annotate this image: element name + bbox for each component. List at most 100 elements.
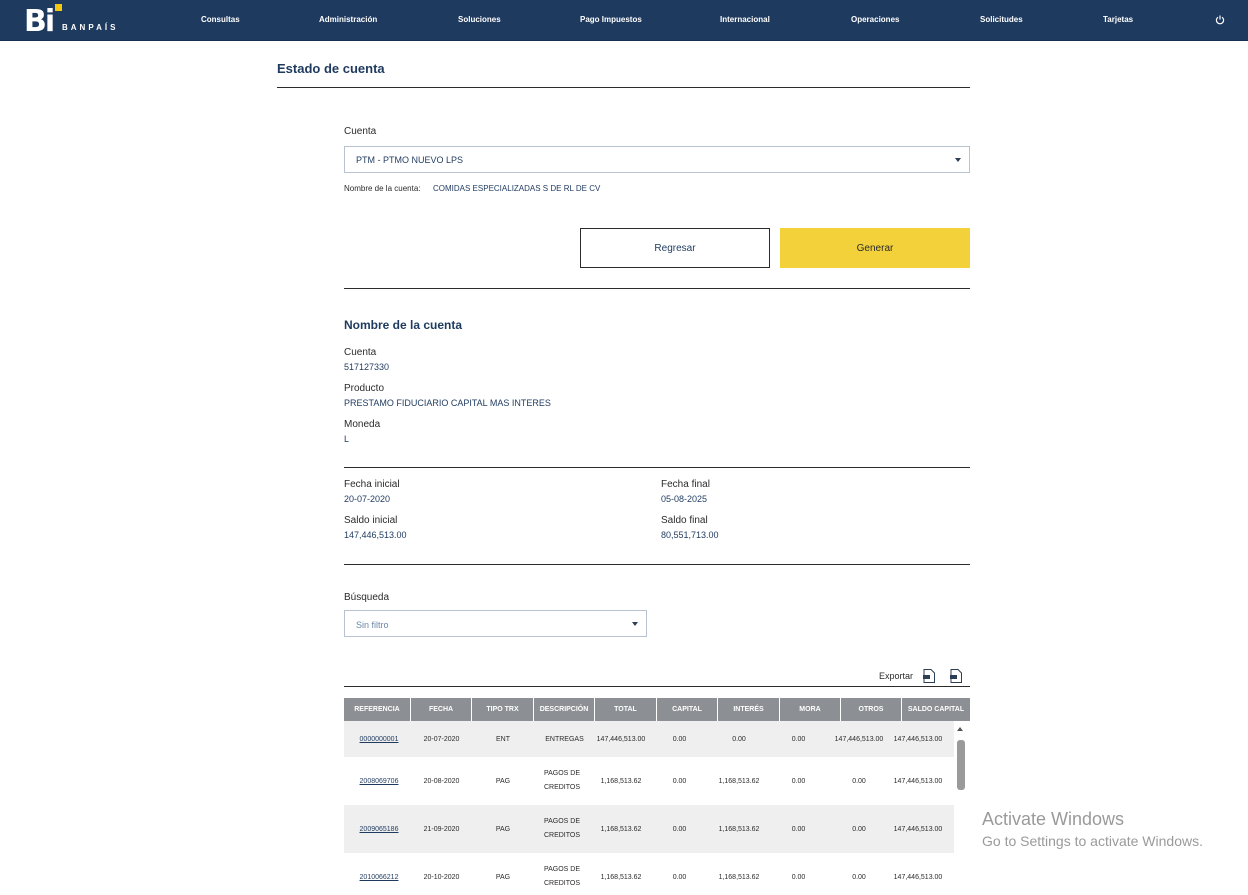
logo-text: BANPAÍS [62, 23, 119, 32]
cell-fecha: 20-10-2020 [423, 873, 460, 881]
col-mora: MORA [780, 698, 841, 721]
cell-interes: 1,168,513.62 [718, 873, 760, 881]
saldo-inicial-value: 147,446,513.00 [344, 530, 407, 540]
scroll-up-arrow-icon[interactable] [957, 727, 963, 731]
table-row: 2008069706 20-08-2020 PAG PAGOS DE CREDI… [344, 757, 954, 805]
cell-total: 1,168,513.62 [600, 873, 642, 881]
export-divider [344, 686, 970, 687]
cell-fecha: 21-09-2020 [423, 825, 460, 833]
col-saldo-capital: SALDO CAPITAL [907, 706, 965, 713]
cell-mora: 0.00 [791, 825, 806, 833]
export-excel-icon[interactable] [950, 669, 962, 683]
title-divider [277, 87, 970, 88]
cell-saldo: 147,446,513.00 [893, 825, 943, 833]
filter-select[interactable]: Sin filtro [344, 610, 647, 637]
nav-administracion[interactable]: Administración [319, 15, 377, 24]
regresar-button[interactable]: Regresar [580, 228, 770, 268]
cell-capital: 0.00 [672, 735, 687, 743]
col-referencia: REFERENCIA [344, 698, 411, 721]
cell-tipo: PAG [495, 777, 511, 785]
nav-tarjetas[interactable]: Tarjetas [1103, 15, 1133, 24]
generar-button[interactable]: Generar [780, 228, 970, 268]
nav-solicitudes[interactable]: Solicitudes [980, 15, 1023, 24]
windows-activation-watermark: Activate Windows Go to Settings to activ… [982, 809, 1203, 849]
account-select-value: PTM - PTMO NUEVO LPS [356, 155, 464, 165]
reference-link[interactable]: 2008069706 [344, 757, 414, 805]
nav-consultas[interactable]: Consultas [201, 15, 240, 24]
nombre-cuenta-label: Nombre de la cuenta: [344, 184, 421, 193]
detail-cuenta-label: Cuenta [344, 347, 377, 358]
col-total: TOTAL [595, 698, 657, 721]
export-pdf-icon[interactable] [923, 669, 935, 683]
logo-accent-square [55, 4, 62, 11]
cell-interes: 0.00 [732, 735, 746, 743]
table-row: 0000000001 20-07-2020 ENT ENTREGAS 147,4… [344, 721, 954, 757]
col-otros: OTROS [841, 698, 902, 721]
cell-saldo: 147,446,513.00 [893, 735, 943, 743]
cell-otros: 147,446,513.00 [834, 735, 884, 743]
nav-soluciones[interactable]: Soluciones [458, 15, 501, 24]
cell-tipo: ENT [496, 735, 510, 743]
details-title: Nombre de la cuenta [344, 318, 463, 332]
reference-link[interactable]: 0000000001 [344, 721, 414, 757]
nav-pago-impuestos[interactable]: Pago Impuestos [580, 15, 642, 24]
col-tipo-trx: TIPO TRX [472, 698, 534, 721]
reference-link[interactable]: 2009065186 [344, 805, 414, 853]
cell-total: 147,446,513.00 [596, 735, 646, 743]
section-divider-1 [344, 288, 970, 289]
filter-select-value: Sin filtro [356, 620, 389, 630]
cell-total: 1,168,513.62 [600, 777, 642, 785]
table-row: 2009065186 21-09-2020 PAG PAGOS DE CREDI… [344, 805, 954, 853]
top-nav: Bi BANPAÍS Consultas Administración Solu… [0, 0, 1248, 41]
scrollbar-thumb[interactable] [957, 740, 965, 790]
cell-descripcion: PAGOS DE CREDITOS [543, 770, 581, 791]
saldo-final-value: 80,551,713.00 [661, 530, 719, 540]
table-header: REFERENCIA FECHA TIPO TRX DESCRIPCIÓN TO… [344, 698, 970, 721]
reference-link[interactable]: 2010066212 [344, 853, 414, 895]
cell-descripcion: ENTREGAS [545, 735, 584, 743]
nav-operaciones[interactable]: Operaciones [851, 15, 899, 24]
section-divider-3 [344, 564, 970, 565]
chevron-down-icon [632, 622, 638, 626]
cell-fecha: 20-08-2020 [423, 777, 460, 785]
watermark-line-1: Activate Windows [982, 809, 1125, 829]
detail-cuenta-value: 517127330 [344, 362, 390, 372]
nav-internacional[interactable]: Internacional [720, 15, 770, 24]
exportar-label: Exportar [879, 671, 914, 681]
col-fecha: FECHA [411, 698, 472, 721]
cell-otros: 0.00 [852, 825, 866, 833]
cell-otros: 0.00 [852, 873, 866, 881]
saldo-inicial-label: Saldo inicial [344, 515, 398, 526]
cell-descripcion: PAGOS DE CREDITOS [543, 866, 581, 887]
cell-mora: 0.00 [791, 873, 806, 881]
chevron-down-icon [955, 158, 961, 162]
cell-interes: 1,168,513.62 [718, 825, 760, 833]
banpais-logo[interactable]: Bi BANPAÍS [24, 4, 134, 38]
watermark-line-2: Go to Settings to activate Windows. [982, 833, 1203, 849]
cell-capital: 0.00 [672, 825, 687, 833]
cell-saldo: 147,446,513.00 [893, 777, 943, 785]
cell-otros: 0.00 [852, 777, 866, 785]
fecha-inicial-value: 20-07-2020 [344, 494, 391, 504]
detail-producto-label: Producto [344, 383, 385, 394]
account-select[interactable]: PTM - PTMO NUEVO LPS [344, 146, 970, 173]
cuenta-label: Cuenta [344, 126, 377, 137]
detail-moneda-label: Moneda [344, 419, 381, 430]
saldo-final-label: Saldo final [661, 515, 708, 526]
col-descripcion: DESCRIPCIÓN [534, 698, 595, 721]
col-interes: INTERÉS [718, 698, 780, 721]
detail-producto-value: PRESTAMO FIDUCIARIO CAPITAL MAS INTERES [344, 398, 551, 408]
cell-interes: 1,168,513.62 [718, 777, 760, 785]
page-title: Estado de cuenta [277, 61, 385, 76]
detail-moneda-value: L [344, 434, 350, 444]
cell-tipo: PAG [495, 825, 511, 833]
busqueda-label: Búsqueda [344, 592, 390, 603]
cell-mora: 0.00 [791, 735, 806, 743]
cell-mora: 0.00 [791, 777, 806, 785]
cell-capital: 0.00 [672, 777, 687, 785]
cell-fecha: 20-07-2020 [423, 735, 460, 743]
table-row: 2010066212 20-10-2020 PAG PAGOS DE CREDI… [344, 853, 954, 895]
logo-mark: Bi [24, 4, 55, 39]
power-icon[interactable] [1215, 15, 1225, 25]
nombre-cuenta-value: COMIDAS ESPECIALIZADAS S DE RL DE CV [433, 184, 601, 193]
